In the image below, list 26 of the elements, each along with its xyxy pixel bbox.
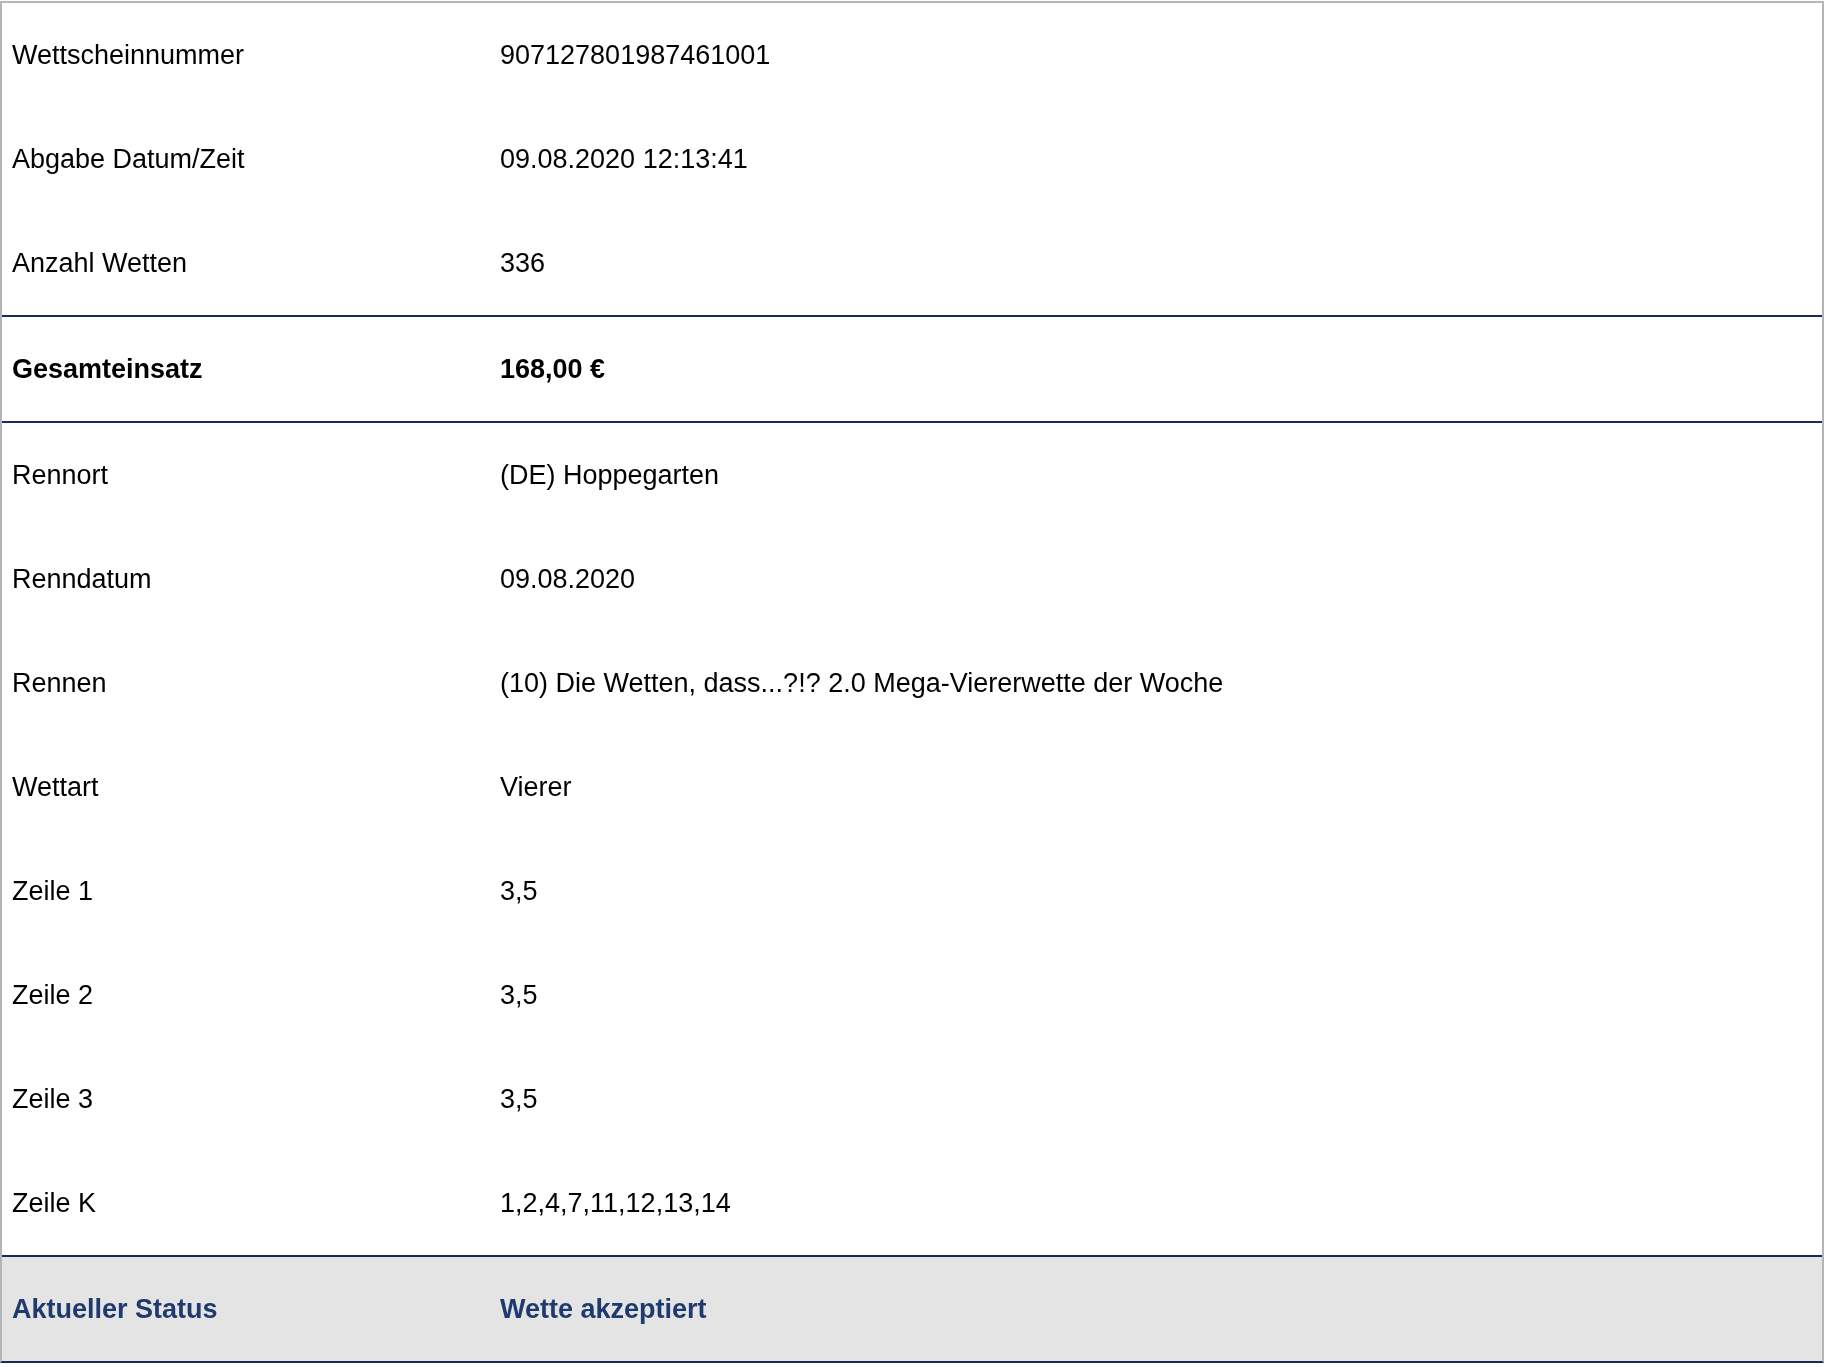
field-label: Rennen <box>11 666 108 700</box>
field-label: Zeile 3 <box>11 1082 95 1116</box>
field-label: Gesamteinsatz <box>11 352 204 386</box>
field-label: Wettart <box>11 770 100 804</box>
field-value: 907127801987461001 <box>500 38 771 72</box>
field-value: 09.08.2020 12:13:41 <box>500 142 748 176</box>
field-label: Zeile 1 <box>11 874 95 908</box>
field-value: 168,00 € <box>500 352 606 386</box>
field-value: Wette akzeptiert <box>500 1292 707 1326</box>
field-value: (DE) Hoppegarten <box>500 458 720 492</box>
field-value: (10) Die Wetten, dass...?!? 2.0 Mega-Viererwette der Woche <box>500 666 1224 700</box>
field-label: Wettscheinnummer <box>11 38 246 72</box>
field-label: Abgabe Datum/Zeit <box>11 142 246 176</box>
field-value: 3,5 <box>500 1082 538 1116</box>
field-value: 3,5 <box>500 874 538 908</box>
field-label: Renndatum <box>11 562 153 596</box>
field-value: 336 <box>500 246 546 280</box>
field-label: Rennort <box>11 458 110 492</box>
field-value: 1,2,4,7,11,12,13,14 <box>500 1186 731 1220</box>
field-label: Zeile 2 <box>11 978 95 1012</box>
field-label: Zeile K <box>11 1186 98 1220</box>
field-value: 3,5 <box>500 978 538 1012</box>
field-label: Aktueller Status <box>11 1292 219 1326</box>
field-label: Anzahl Wetten <box>11 246 189 280</box>
field-value: 09.08.2020 <box>500 562 636 596</box>
field-value: Vierer <box>500 770 572 804</box>
